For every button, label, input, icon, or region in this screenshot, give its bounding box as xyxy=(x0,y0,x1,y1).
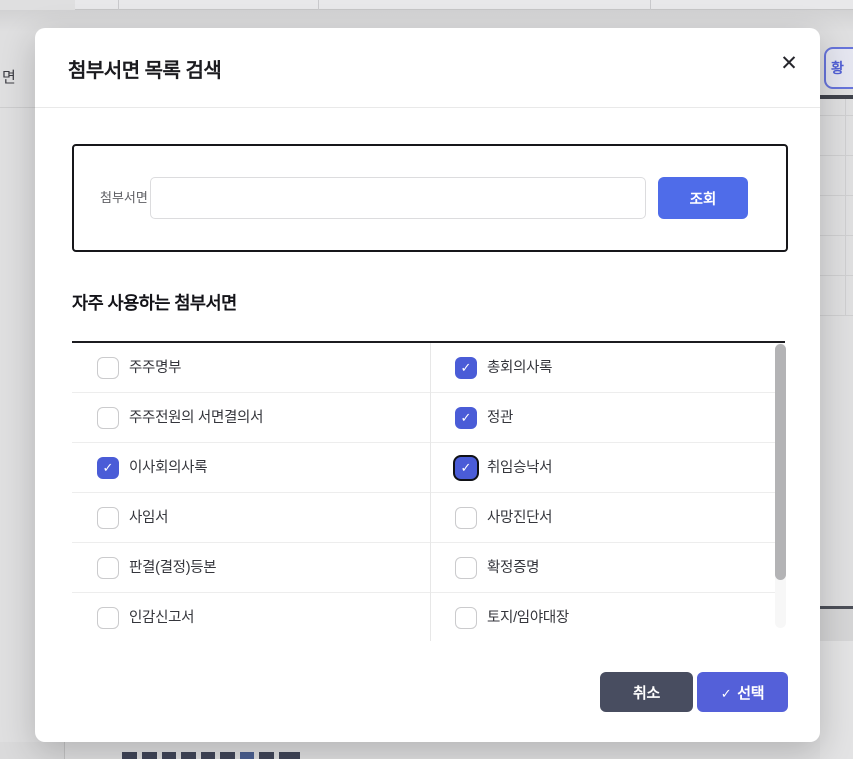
modal-title: 첨부서면 목록 검색 xyxy=(68,54,221,83)
document-checkbox-item[interactable]: 주주전원의 서면결의서 xyxy=(72,393,430,443)
cancel-button[interactable]: 취소 xyxy=(600,672,693,712)
check-icon: ✓ xyxy=(721,686,732,701)
document-checkbox-item[interactable]: 확정증명 xyxy=(430,543,788,593)
list-row: 판결(결정)등본 확정증명 xyxy=(72,543,785,593)
checkbox[interactable] xyxy=(97,407,119,429)
page: 면 황 첨부서면 목록 검색 ✕ 첨부서면 조회 자주 사 xyxy=(0,0,853,759)
checkbox-label: 사임서 xyxy=(129,493,168,543)
checkbox[interactable]: ✓ xyxy=(455,407,477,429)
checkbox[interactable] xyxy=(97,607,119,629)
list-row: 주주명부 ✓ 총회의사록 xyxy=(72,343,785,393)
checkbox[interactable]: ✓ xyxy=(455,457,477,479)
document-checkbox-item[interactable]: 인감신고서 xyxy=(72,593,430,643)
checkbox-label: 토지/임야대장 xyxy=(487,593,569,643)
header-divider xyxy=(35,107,820,108)
select-button[interactable]: ✓ 선택 xyxy=(697,672,788,712)
attachment-search-modal: 첨부서면 목록 검색 ✕ 첨부서면 조회 자주 사용하는 첨부서면 주주명부 ✓… xyxy=(35,28,820,742)
checkbox-label: 사망진단서 xyxy=(487,493,552,543)
section-title: 자주 사용하는 첨부서면 xyxy=(72,290,237,315)
list-row: 사임서 사망진단서 xyxy=(72,493,785,543)
checkbox-label: 주주명부 xyxy=(129,343,181,393)
document-checkbox-item[interactable]: 판결(결정)등본 xyxy=(72,543,430,593)
list-scrollbar-thumb[interactable] xyxy=(775,344,786,580)
checkbox-label: 정관 xyxy=(487,393,513,443)
search-input[interactable] xyxy=(150,177,646,219)
checkbox[interactable] xyxy=(455,557,477,579)
list-row: ✓ 이사회의사록 ✓ 취임승낙서 xyxy=(72,443,785,493)
search-button[interactable]: 조회 xyxy=(658,177,748,219)
document-checkbox-item[interactable]: 사임서 xyxy=(72,493,430,543)
list-rows: 주주명부 ✓ 총회의사록 주주전원의 서면결의서 ✓ 정관 ✓ 이사회의사록 ✓… xyxy=(72,343,785,643)
document-checkbox-item[interactable]: 주주명부 xyxy=(72,343,430,393)
checkbox-label: 주주전원의 서면결의서 xyxy=(129,393,263,443)
checkbox[interactable] xyxy=(455,507,477,529)
checkbox[interactable] xyxy=(97,357,119,379)
checkbox-label: 취임승낙서 xyxy=(487,443,552,493)
checkbox-label: 판결(결정)등본 xyxy=(129,543,216,593)
checkbox-label: 확정증명 xyxy=(487,543,539,593)
checkbox-label: 이사회의사록 xyxy=(129,443,207,493)
search-field-label: 첨부서면 xyxy=(100,146,148,250)
checkbox-label: 인감신고서 xyxy=(129,593,194,643)
document-checkbox-item[interactable]: ✓ 정관 xyxy=(430,393,788,443)
checkbox[interactable] xyxy=(97,507,119,529)
search-fieldset: 첨부서면 조회 xyxy=(72,144,788,252)
checkbox[interactable] xyxy=(97,557,119,579)
close-icon[interactable]: ✕ xyxy=(771,46,807,82)
document-checkbox-item[interactable]: ✓ 이사회의사록 xyxy=(72,443,430,493)
list-column-divider xyxy=(430,343,431,641)
select-button-label: 선택 xyxy=(737,685,764,702)
checkbox[interactable]: ✓ xyxy=(97,457,119,479)
document-checkbox-item[interactable]: 토지/임야대장 xyxy=(430,593,788,643)
list-row: 주주전원의 서면결의서 ✓ 정관 xyxy=(72,393,785,443)
checkbox[interactable]: ✓ xyxy=(455,357,477,379)
document-checkbox-item[interactable]: ✓ 총회의사록 xyxy=(430,343,788,393)
checkbox-label: 총회의사록 xyxy=(487,343,552,393)
document-checkbox-item[interactable]: 사망진단서 xyxy=(430,493,788,543)
list-row: 인감신고서 토지/임야대장 xyxy=(72,593,785,643)
document-checkbox-item[interactable]: ✓ 취임승낙서 xyxy=(430,443,788,493)
checkbox[interactable] xyxy=(455,607,477,629)
